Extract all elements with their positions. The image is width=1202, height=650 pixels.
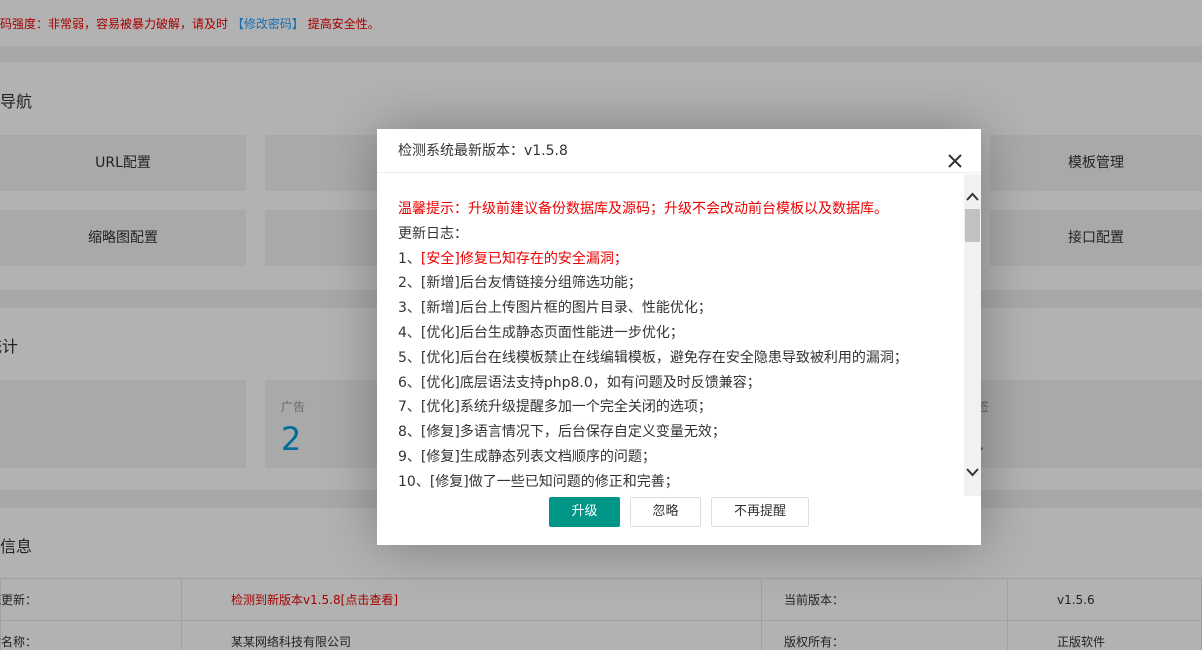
list-item: 7、[优化]系统升级提醒多加一个完全关闭的选项； — [398, 399, 712, 416]
list-item: 5、[优化]后台在线模板禁止在线编辑模板，避免存在安全隐患导致被利用的漏洞； — [398, 349, 908, 366]
update-dialog: 检测系统最新版本：v1.5.8 温馨提示：升级前建议备份数据库及源码；升级不会改… — [377, 129, 981, 545]
dialog-header: 检测系统最新版本：v1.5.8 — [377, 129, 981, 173]
upgrade-notice: 温馨提示：升级前建议备份数据库及源码；升级不会改动前台模板以及数据库。 — [398, 201, 888, 217]
list-item: 9、[修复]生成静态列表文档顺序的问题； — [398, 448, 656, 465]
scroll-down-icon[interactable] — [964, 464, 981, 481]
ignore-button[interactable]: 忽略 — [630, 497, 701, 527]
list-item: 10、[修复]做了一些已知问题的修正和完善； — [398, 473, 679, 490]
dialog-footer: 升级 忽略 不再提醒 — [377, 496, 981, 545]
dialog-body[interactable]: 温馨提示：升级前建议备份数据库及源码；升级不会改动前台模板以及数据库。 更新日志… — [377, 174, 981, 496]
list-item: 3、[新增]后台上传图片框的图片目录、性能优化； — [398, 300, 712, 317]
changelog: 温馨提示：升级前建议备份数据库及源码；升级不会改动前台模板以及数据库。 更新日志… — [398, 197, 958, 495]
never-remind-button[interactable]: 不再提醒 — [711, 497, 809, 527]
scrollbar-thumb[interactable] — [965, 209, 980, 242]
changelog-heading: 更新日志： — [398, 225, 468, 242]
dialog-title: 检测系统最新版本：v1.5.8 — [398, 143, 568, 159]
list-item: 4、[优化]后台生成静态页面性能进一步优化； — [398, 324, 684, 341]
list-item: 6、[优化]底层语法支持php8.0，如有问题及时反馈兼容； — [398, 374, 761, 391]
upgrade-button[interactable]: 升级 — [549, 497, 620, 527]
scroll-up-icon[interactable] — [964, 188, 981, 205]
scrollbar[interactable] — [964, 174, 981, 496]
list-item: 1、[安全]修复已知存在的安全漏洞； — [398, 250, 628, 267]
list-item: 2、[新增]后台友情链接分组筛选功能； — [398, 275, 642, 292]
close-icon[interactable] — [947, 143, 963, 168]
list-item: 8、[修复]多语言情况下，后台保存自定义变量无效； — [398, 424, 726, 441]
